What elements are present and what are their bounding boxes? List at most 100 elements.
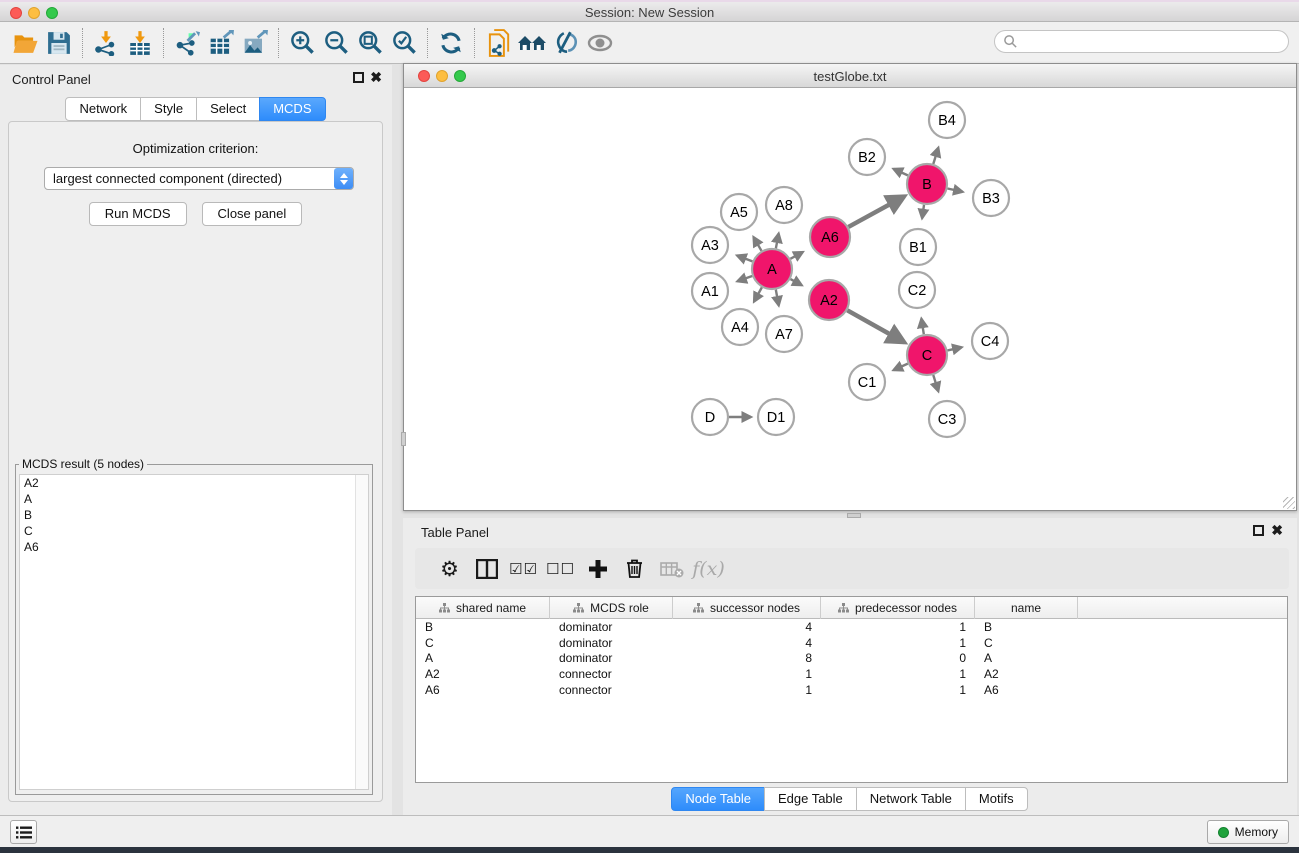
edge-A-A4[interactable] xyxy=(754,287,762,301)
home-icon[interactable] xyxy=(515,27,549,59)
cell[interactable]: 4 xyxy=(673,636,821,650)
search-field[interactable] xyxy=(994,30,1289,53)
edge-A-A5[interactable] xyxy=(754,237,762,251)
cell[interactable]: dominator xyxy=(550,636,673,650)
node-B2[interactable]: B2 xyxy=(849,139,885,175)
node-B1[interactable]: B1 xyxy=(900,229,936,265)
edge-A-A3[interactable] xyxy=(737,255,752,261)
unselect-all-columns-icon[interactable]: ☐☐ xyxy=(542,554,579,584)
column-header-shared-name[interactable]: shared name xyxy=(416,597,550,619)
node-B4[interactable]: B4 xyxy=(929,102,965,138)
cell[interactable]: A6 xyxy=(975,683,1078,697)
cell[interactable]: B xyxy=(416,620,550,634)
tab-network-table[interactable]: Network Table xyxy=(856,787,966,811)
table-row[interactable]: Bdominator41B xyxy=(416,619,1287,635)
cell[interactable]: A2 xyxy=(975,667,1078,681)
node-A7[interactable]: A7 xyxy=(766,316,802,352)
cell[interactable]: 4 xyxy=(673,620,821,634)
tab-style[interactable]: Style xyxy=(140,97,197,121)
cell[interactable]: B xyxy=(975,620,1078,634)
cell[interactable]: 1 xyxy=(673,667,821,681)
edge-C-C1[interactable] xyxy=(893,364,907,370)
edge-B-B2[interactable] xyxy=(893,169,907,175)
zoom-fit-icon[interactable] xyxy=(353,27,387,59)
export-network-icon[interactable] xyxy=(170,27,204,59)
mcds-result-item[interactable]: A6 xyxy=(20,539,368,555)
result-scrollbar[interactable] xyxy=(355,475,368,789)
table-row[interactable]: A6connector11A6 xyxy=(416,682,1287,698)
column-header-name[interactable]: name xyxy=(975,597,1078,619)
close-panel-button[interactable]: Close panel xyxy=(202,202,303,226)
window-resize-grip[interactable] xyxy=(1283,497,1295,509)
node-B3[interactable]: B3 xyxy=(973,180,1009,216)
float-table-panel-icon[interactable] xyxy=(1253,525,1264,536)
node-D[interactable]: D xyxy=(692,399,728,435)
network-from-selection-icon[interactable] xyxy=(481,27,515,59)
open-session-icon[interactable] xyxy=(8,27,42,59)
float-panel-icon[interactable] xyxy=(353,72,364,83)
tab-select[interactable]: Select xyxy=(196,97,260,121)
cell[interactable]: dominator xyxy=(550,651,673,665)
task-history-button[interactable] xyxy=(10,820,37,844)
cell[interactable]: C xyxy=(975,636,1078,650)
node-A8[interactable]: A8 xyxy=(766,187,802,223)
node-A6[interactable]: A6 xyxy=(810,217,850,257)
cell[interactable]: A2 xyxy=(416,667,550,681)
zoom-selected-icon[interactable] xyxy=(387,27,421,59)
cell[interactable]: A xyxy=(975,651,1078,665)
cell[interactable]: connector xyxy=(550,667,673,681)
cell[interactable]: 1 xyxy=(821,683,975,697)
node-B[interactable]: B xyxy=(907,164,947,204)
node-A1[interactable]: A1 xyxy=(692,273,728,309)
node-C1[interactable]: C1 xyxy=(849,364,885,400)
edge-B-B3[interactable] xyxy=(948,188,963,191)
edge-A-A2[interactable] xyxy=(790,279,801,285)
node-C2[interactable]: C2 xyxy=(899,272,935,308)
zoom-out-icon[interactable] xyxy=(319,27,353,59)
cell[interactable]: 1 xyxy=(821,620,975,634)
node-C3[interactable]: C3 xyxy=(929,401,965,437)
refresh-icon[interactable] xyxy=(434,27,468,59)
cell[interactable]: 1 xyxy=(821,636,975,650)
zoom-in-icon[interactable] xyxy=(285,27,319,59)
edge-B-B4[interactable] xyxy=(933,148,938,164)
cell[interactable]: A6 xyxy=(416,683,550,697)
cell[interactable]: C xyxy=(416,636,550,650)
export-image-icon[interactable] xyxy=(238,27,272,59)
tab-edge-table[interactable]: Edge Table xyxy=(764,787,857,811)
network-canvas[interactable]: AA1A3A5A8A4A7A6A2BB2B4B3B1CC2C4C1C3DD1 xyxy=(404,88,1296,510)
edge-C-C4[interactable] xyxy=(947,347,961,350)
memory-button[interactable]: Memory xyxy=(1207,820,1289,844)
edge-C-C3[interactable] xyxy=(933,375,938,391)
node-A5[interactable]: A5 xyxy=(721,194,757,230)
cell[interactable]: 1 xyxy=(673,683,821,697)
edge-A-A7[interactable] xyxy=(776,290,779,306)
mcds-result-item[interactable]: C xyxy=(20,523,368,539)
node-D1[interactable]: D1 xyxy=(758,399,794,435)
export-table-icon[interactable] xyxy=(204,27,238,59)
mcds-result-item[interactable]: B xyxy=(20,507,368,523)
node-C[interactable]: C xyxy=(907,335,947,375)
divider-handle[interactable] xyxy=(401,432,406,446)
node-A2[interactable]: A2 xyxy=(809,280,849,320)
run-mcds-button[interactable]: Run MCDS xyxy=(89,202,187,226)
close-panel-icon[interactable]: ✖ xyxy=(370,69,382,86)
node-A4[interactable]: A4 xyxy=(722,309,758,345)
column-mode-icon[interactable] xyxy=(468,554,505,584)
node-C4[interactable]: C4 xyxy=(972,323,1008,359)
column-header-successor-nodes[interactable]: successor nodes xyxy=(673,597,821,619)
tab-network[interactable]: Network xyxy=(65,97,141,121)
save-session-icon[interactable] xyxy=(42,27,76,59)
edge-C-C2[interactable] xyxy=(921,319,923,335)
delete-column-icon[interactable] xyxy=(616,554,653,584)
edge-A-A8[interactable] xyxy=(776,234,779,249)
mcds-result-list[interactable]: A2ABCA6 xyxy=(19,474,369,790)
delete-table-icon[interactable] xyxy=(653,554,690,584)
select-all-columns-icon[interactable]: ☑☑ xyxy=(505,554,542,584)
tab-node-table[interactable]: Node Table xyxy=(671,787,765,811)
table-row[interactable]: A2connector11A2 xyxy=(416,666,1287,682)
column-header-predecessor-nodes[interactable]: predecessor nodes xyxy=(821,597,975,619)
close-table-panel-icon[interactable]: ✖ xyxy=(1271,522,1283,539)
cell[interactable]: dominator xyxy=(550,620,673,634)
cell[interactable]: A xyxy=(416,651,550,665)
